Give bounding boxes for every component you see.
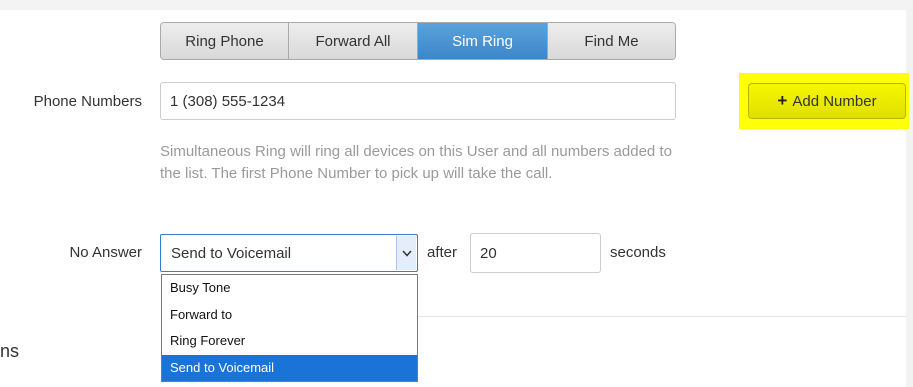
chevron-down-icon[interactable] [396, 236, 416, 270]
tab-forward-all[interactable]: Forward All [289, 23, 418, 59]
seconds-input[interactable]: 20 [470, 233, 601, 273]
tab-sim-ring[interactable]: Sim Ring [418, 23, 548, 59]
right-background-strip [906, 0, 913, 387]
section-heading-partial: ns [0, 341, 20, 361]
option-send-to-voicemail[interactable]: Send to Voicemail [162, 354, 417, 381]
phone-numbers-label: Phone Numbers [33, 93, 142, 110]
add-number-label: Add Number [792, 92, 877, 110]
ring-mode-tabs: Ring Phone Forward All Sim Ring Find Me [160, 22, 676, 60]
top-background-strip [0, 0, 913, 10]
sim-ring-help-text: Simultaneous Ring will ring all devices … [160, 143, 672, 182]
option-ring-forever[interactable]: Ring Forever [162, 328, 417, 355]
option-busy-tone[interactable]: Busy Tone [162, 275, 417, 302]
section-divider [418, 316, 906, 317]
phone-number-input[interactable]: 1 (308) 555-1234 [160, 82, 676, 120]
tab-find-me[interactable]: Find Me [548, 23, 675, 59]
no-answer-dropdown-list: Busy Tone Forward to Ring Forever Send t… [161, 274, 418, 382]
no-answer-select[interactable]: Send to Voicemail [160, 234, 418, 272]
option-forward-to[interactable]: Forward to [162, 302, 417, 329]
add-number-button[interactable]: + Add Number [748, 83, 906, 119]
after-label: after [427, 244, 458, 261]
seconds-label: seconds [610, 244, 666, 261]
tab-ring-phone[interactable]: Ring Phone [161, 23, 289, 59]
plus-icon: + [777, 91, 788, 110]
no-answer-selected-value: Send to Voicemail [171, 244, 292, 262]
no-answer-label: No Answer [69, 244, 142, 261]
